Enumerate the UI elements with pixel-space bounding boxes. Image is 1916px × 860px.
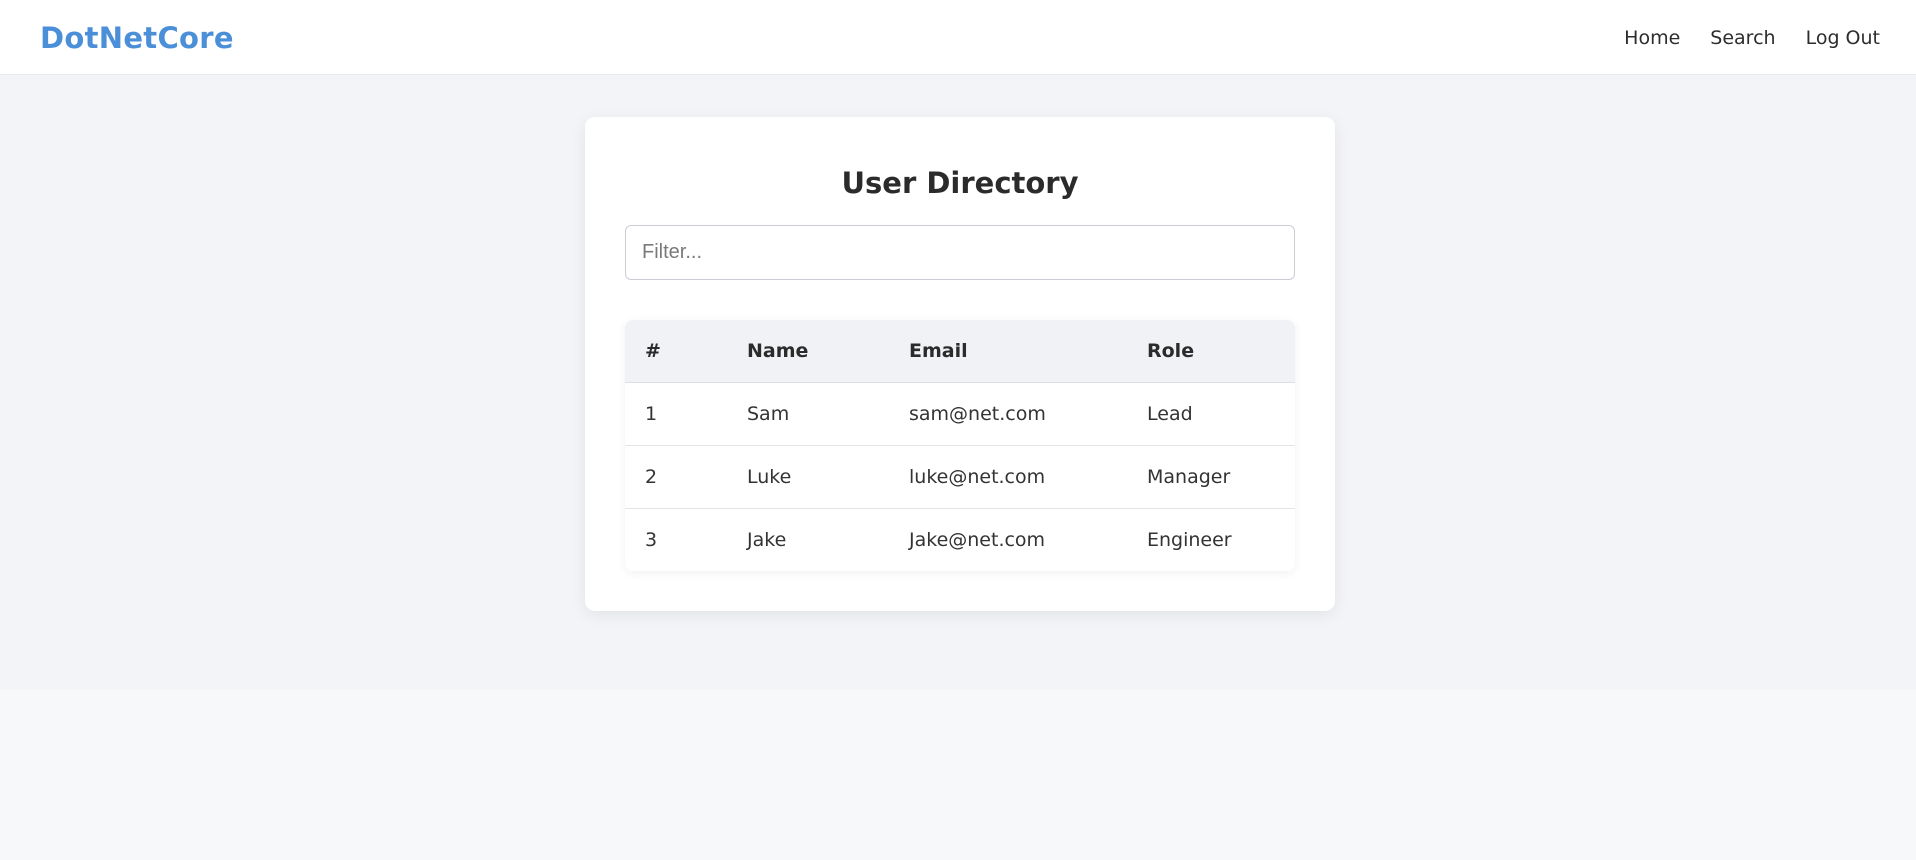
user-table: # Name Email Role 1 Sam sam@net.com Lead… [625, 320, 1295, 571]
cell-name: Jake [747, 528, 787, 551]
cell-name: Luke [727, 445, 889, 509]
cell-role: Manager [1127, 445, 1295, 509]
cell-role: Engineer [1147, 528, 1232, 551]
column-header-role: Role [1127, 320, 1295, 383]
nav-search-link[interactable]: Search [1710, 24, 1775, 52]
top-navbar: DotNetCore Home Search Log Out [0, 0, 1916, 75]
cell-name: Sam [727, 382, 889, 446]
table-body: 1 Sam sam@net.com Lead 2 Luke luke@net.c… [625, 382, 1295, 571]
cell-email: Jake@net.com [909, 528, 1046, 551]
cell-role: Lead [1127, 382, 1295, 446]
cell-number: 2 [625, 445, 727, 509]
user-directory-card: User Directory # Name Email Role 1 Sam [585, 117, 1335, 611]
main-content: User Directory # Name Email Role 1 Sam [0, 75, 1916, 690]
table-header: # Name Email Role [625, 320, 1295, 383]
user-table-container: # Name Email Role 1 Sam sam@net.com Lead… [625, 320, 1295, 571]
cell-email: luke@net.com [889, 445, 1127, 509]
column-header-number: # [625, 320, 727, 383]
filter-input[interactable] [625, 225, 1295, 280]
main-nav: Home Search Log Out [1624, 24, 1880, 52]
cell-number: 3 [645, 528, 658, 551]
table-row: 2 Luke luke@net.com Manager [625, 445, 1295, 509]
column-header-email: Email [889, 320, 1127, 383]
column-header-name: Name [727, 320, 889, 383]
table-header-row: # Name Email Role [625, 320, 1295, 383]
table-row: 3 Jake Jake@net.com Engineer [625, 508, 1295, 571]
brand-logo[interactable]: DotNetCore [40, 20, 234, 56]
nav-home-link[interactable]: Home [1624, 24, 1680, 52]
table-row: 1 Sam sam@net.com Lead [625, 382, 1295, 446]
page-title: User Directory [841, 166, 1079, 200]
nav-logout-link[interactable]: Log Out [1806, 24, 1880, 52]
cell-number: 1 [625, 382, 727, 446]
cell-email: sam@net.com [889, 382, 1127, 446]
